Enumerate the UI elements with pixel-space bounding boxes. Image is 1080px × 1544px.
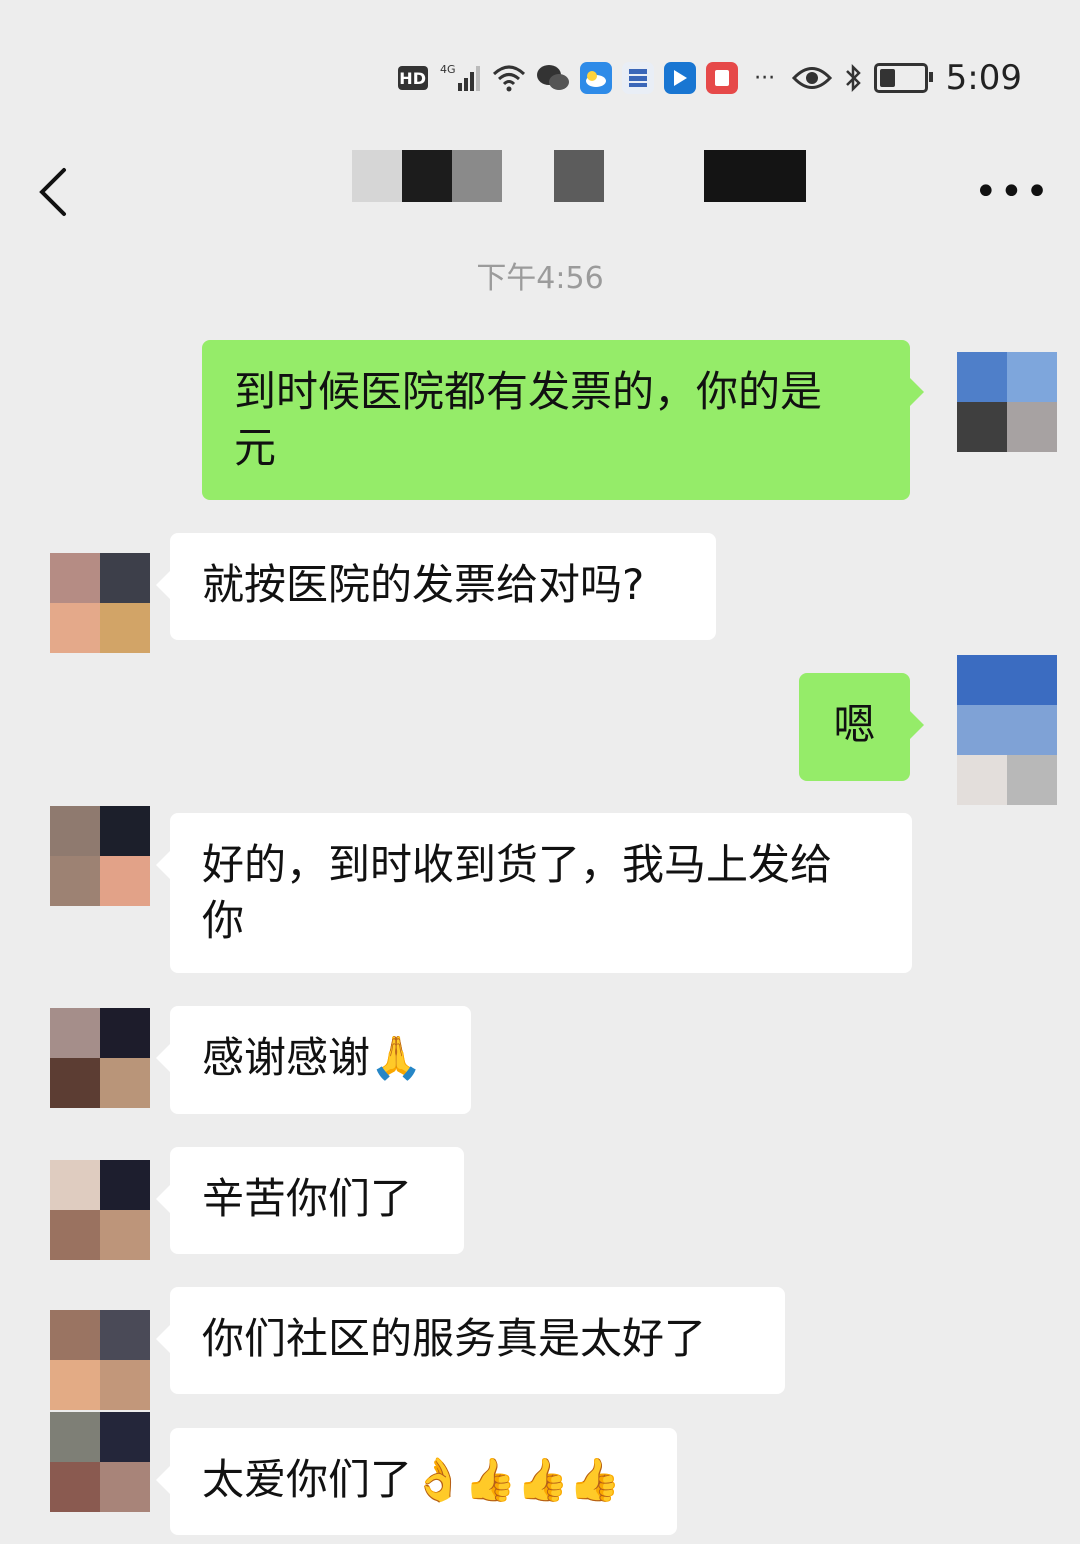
app-icon-arrow xyxy=(663,62,696,94)
more-options-button[interactable]: ••• xyxy=(974,170,1049,214)
back-button[interactable] xyxy=(28,162,84,222)
bluetooth-icon xyxy=(842,61,864,95)
chat-title-redacted xyxy=(352,150,806,202)
message-bubble-incoming[interactable]: 你们社区的服务真是太好了 xyxy=(156,1287,785,1394)
message-bubble-incoming[interactable]: 就按医院的发票给对吗? xyxy=(156,533,716,640)
message-bubble-incoming[interactable]: 辛苦你们了 xyxy=(156,1147,464,1254)
contact-avatar[interactable] xyxy=(50,806,150,906)
wifi-icon xyxy=(492,61,526,95)
eye-icon xyxy=(791,61,832,95)
chevron-left-icon xyxy=(39,168,66,216)
message-timestamp: 下午4:56 xyxy=(476,261,604,296)
contact-avatar[interactable] xyxy=(50,1160,150,1260)
weather-app-icon xyxy=(579,62,612,94)
status-bar: HD 4G ··· 5:09 xyxy=(0,0,1080,150)
status-icons: HD 4G ··· 5:09 xyxy=(397,58,1022,98)
message-bubble-incoming[interactable]: 太爱你们了👌👍👍👍 xyxy=(156,1428,677,1535)
app-icon-grid xyxy=(621,62,654,94)
wechat-icon xyxy=(536,61,570,95)
battery-icon xyxy=(873,63,933,93)
message-bubble-outgoing[interactable]: 到时候医院都有发票的，你的是 元 xyxy=(202,340,924,500)
contact-avatar[interactable] xyxy=(50,1310,150,1410)
chat-header: ••• xyxy=(0,140,1080,250)
more-notifications-icon: ··· xyxy=(754,65,776,91)
message-bubble-incoming[interactable]: 好的，到时收到货了，我马上发给 你 xyxy=(156,813,912,973)
hd-icon: HD xyxy=(397,66,428,90)
battery-level xyxy=(879,69,895,87)
status-time: 5:09 xyxy=(945,58,1022,98)
network-type-label: 4G xyxy=(440,63,456,76)
message-bubble-incoming[interactable]: 感谢感谢🙏 xyxy=(156,1006,471,1114)
message-bubble-outgoing[interactable]: 嗯 xyxy=(799,673,924,781)
my-avatar[interactable] xyxy=(957,655,1057,805)
cellular-signal-icon: 4G xyxy=(438,61,482,95)
app-icon-book xyxy=(705,62,738,94)
contact-avatar[interactable] xyxy=(50,1008,150,1108)
contact-avatar[interactable] xyxy=(50,1412,150,1512)
my-avatar[interactable] xyxy=(957,352,1057,452)
contact-avatar[interactable] xyxy=(50,553,150,653)
